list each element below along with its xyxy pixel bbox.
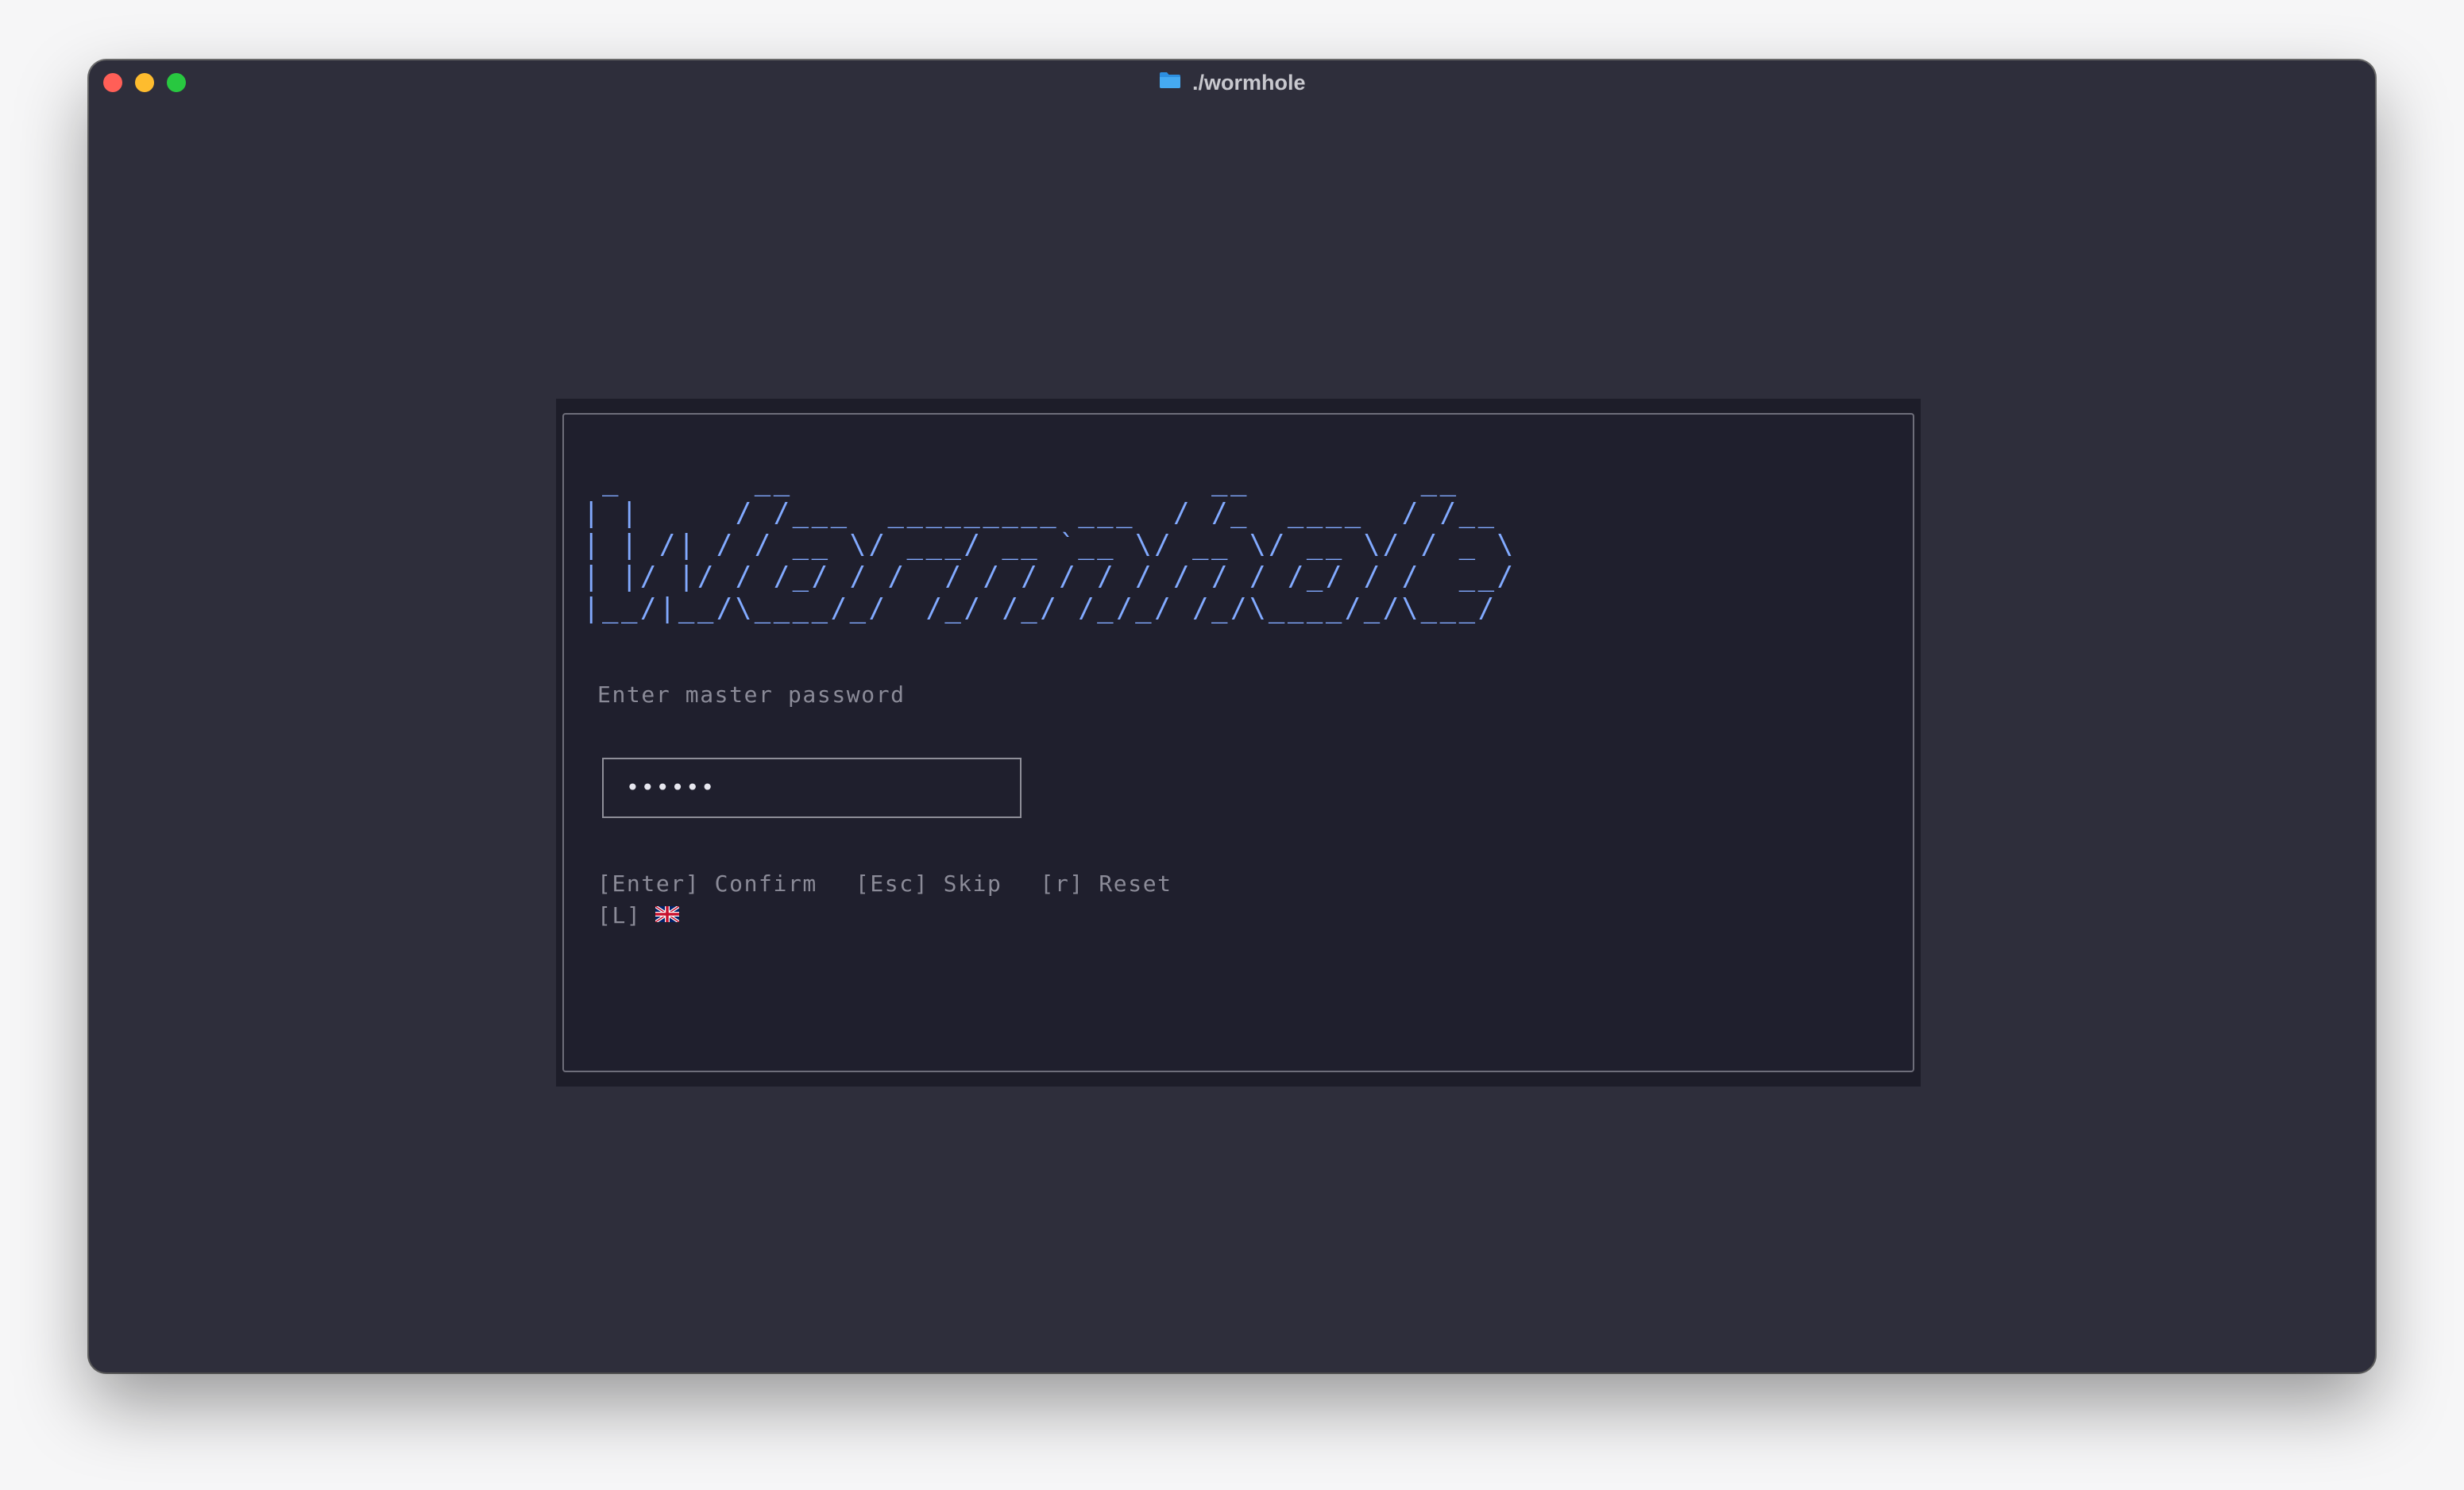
keyhint-confirm-label: Confirm bbox=[714, 870, 817, 897]
keyhint-reset-key: [r] bbox=[1040, 870, 1084, 897]
language-key: [L] bbox=[597, 902, 642, 928]
uk-flag-icon bbox=[655, 906, 680, 922]
keyhint-skip-label: Skip bbox=[943, 870, 1002, 897]
keyhint-skip-key: [Esc] bbox=[855, 870, 929, 897]
tui-frame: _ __ __ __ | | / /___ _________ ___ / /_… bbox=[556, 399, 1921, 1087]
window-title: ./wormhole bbox=[1191, 71, 1306, 95]
keyhint-confirm-key: [Enter] bbox=[597, 870, 701, 897]
terminal-window: ./wormhole _ __ __ __ | | / /___ _______… bbox=[89, 60, 2375, 1372]
folder-icon bbox=[1159, 72, 1180, 88]
password-masked-value: •••••• bbox=[626, 774, 716, 801]
title-bar[interactable]: ./wormhole bbox=[89, 60, 2375, 105]
login-panel: _ __ __ __ | | / /___ _________ ___ / /_… bbox=[562, 413, 1914, 1072]
keyhint-confirm[interactable]: [Enter] Confirm bbox=[597, 870, 817, 897]
password-prompt-label: Enter master password bbox=[597, 681, 906, 708]
master-password-input[interactable]: •••••• bbox=[602, 758, 1022, 818]
window-title-group: ./wormhole bbox=[89, 68, 2375, 97]
keyhints-bar: [Enter] Confirm [Esc] Skip [r] Reset bbox=[597, 870, 1211, 897]
keyhint-reset[interactable]: [r] Reset bbox=[1040, 870, 1172, 897]
keyhint-skip[interactable]: [Esc] Skip bbox=[855, 870, 1002, 897]
language-toggle[interactable]: [L] bbox=[597, 902, 680, 929]
keyhint-reset-label: Reset bbox=[1099, 870, 1172, 897]
wormhole-ascii-logo: _ __ __ __ | | / /___ _________ ___ / /_… bbox=[583, 465, 1516, 624]
